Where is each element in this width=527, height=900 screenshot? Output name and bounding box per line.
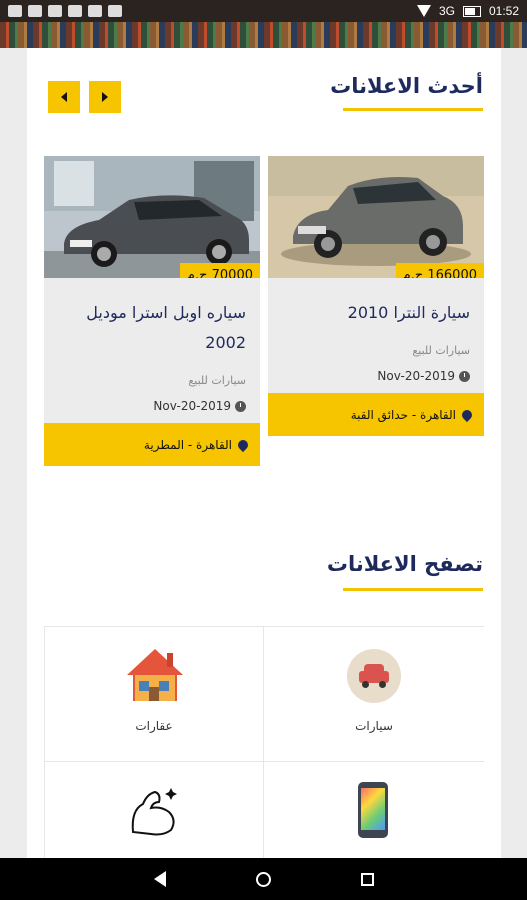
house-icon: [127, 649, 183, 701]
category-phones[interactable]: [264, 762, 484, 858]
back-button[interactable]: [153, 871, 166, 887]
category-fitness[interactable]: [44, 762, 264, 858]
system-nav-bar: [0, 858, 527, 900]
arrow-right-icon: [102, 92, 108, 102]
instagram-notification-icon: [28, 5, 42, 17]
listing-card[interactable]: 70000 ج.م سياره اوبل استرا موديل 2002 سي…: [44, 156, 260, 466]
category-grid: سيارات عقارات: [44, 626, 484, 858]
listing-location-text: القاهرة - حدائق القبة: [350, 407, 456, 422]
location-pin-icon: [459, 407, 475, 422]
carousel-next-button[interactable]: [89, 81, 121, 113]
network-type: 3G: [438, 4, 455, 18]
car-photo-icon: [44, 156, 260, 278]
listing-title[interactable]: سيارة النترا 2010: [282, 298, 470, 328]
wifi-icon: [416, 5, 431, 17]
android-notification-icon: [108, 5, 122, 17]
home-button[interactable]: [255, 871, 271, 887]
listing-date-text: Nov-20-2019: [377, 369, 455, 383]
clock-time: 01:52: [488, 4, 519, 18]
listing-date: Nov-20-2019: [282, 369, 470, 383]
listing-card[interactable]: 166000 ج.م سيارة النترا 2010 سيارات للبي…: [268, 156, 484, 436]
car-photo-icon: [268, 156, 484, 278]
arrow-left-icon: [61, 92, 67, 102]
listing-date: Nov-20-2019: [58, 399, 246, 413]
carousel-prev-button[interactable]: [48, 81, 80, 113]
category-cars[interactable]: سيارات: [264, 627, 484, 762]
facebook-notification-icon: [8, 5, 22, 17]
status-bar: 3G 01:52: [0, 0, 527, 22]
listing-title[interactable]: سياره اوبل استرا موديل 2002: [58, 298, 246, 358]
listing-category: سيارات للبيع: [188, 374, 246, 387]
latest-ads-title: أحدث الاعلانات: [330, 74, 483, 98]
listing-photo: 70000 ج.م: [44, 156, 260, 278]
listing-price: 166000 ج.م: [395, 263, 484, 278]
category-real-estate[interactable]: عقارات: [44, 627, 264, 762]
clock-icon: [235, 400, 246, 412]
browse-ads-underline: [343, 588, 483, 591]
listing-category: سيارات للبيع: [412, 344, 470, 357]
media-notification-icon: [88, 5, 102, 17]
muscle-icon: [131, 788, 177, 836]
clock-icon: [459, 370, 470, 382]
category-label: عقارات: [135, 719, 173, 733]
listing-price: 70000 ج.م: [179, 263, 260, 278]
app-notification-icon: [48, 5, 62, 17]
car-icon: [347, 649, 401, 703]
recent-apps-button[interactable]: [360, 872, 374, 886]
listing-location-text: القاهرة - المطرية: [143, 437, 232, 452]
browse-ads-title: تصفح الاعلانات: [326, 552, 483, 576]
category-label: سيارات: [355, 719, 393, 733]
decorative-banner: [0, 22, 527, 48]
latest-ads-underline: [343, 108, 483, 111]
location-pin-icon: [235, 437, 251, 452]
listing-photo: 166000 ج.م: [268, 156, 484, 278]
battery-icon: [462, 5, 481, 17]
listing-location: القاهرة - المطرية: [44, 423, 260, 466]
phone-icon: [358, 782, 388, 838]
settings-notification-icon: [68, 5, 82, 17]
main-content: أحدث الاعلانات 166000 ج.م سيارة النترا 2…: [27, 48, 501, 858]
listing-date-text: Nov-20-2019: [153, 399, 231, 413]
listing-location: القاهرة - حدائق القبة: [268, 393, 484, 436]
